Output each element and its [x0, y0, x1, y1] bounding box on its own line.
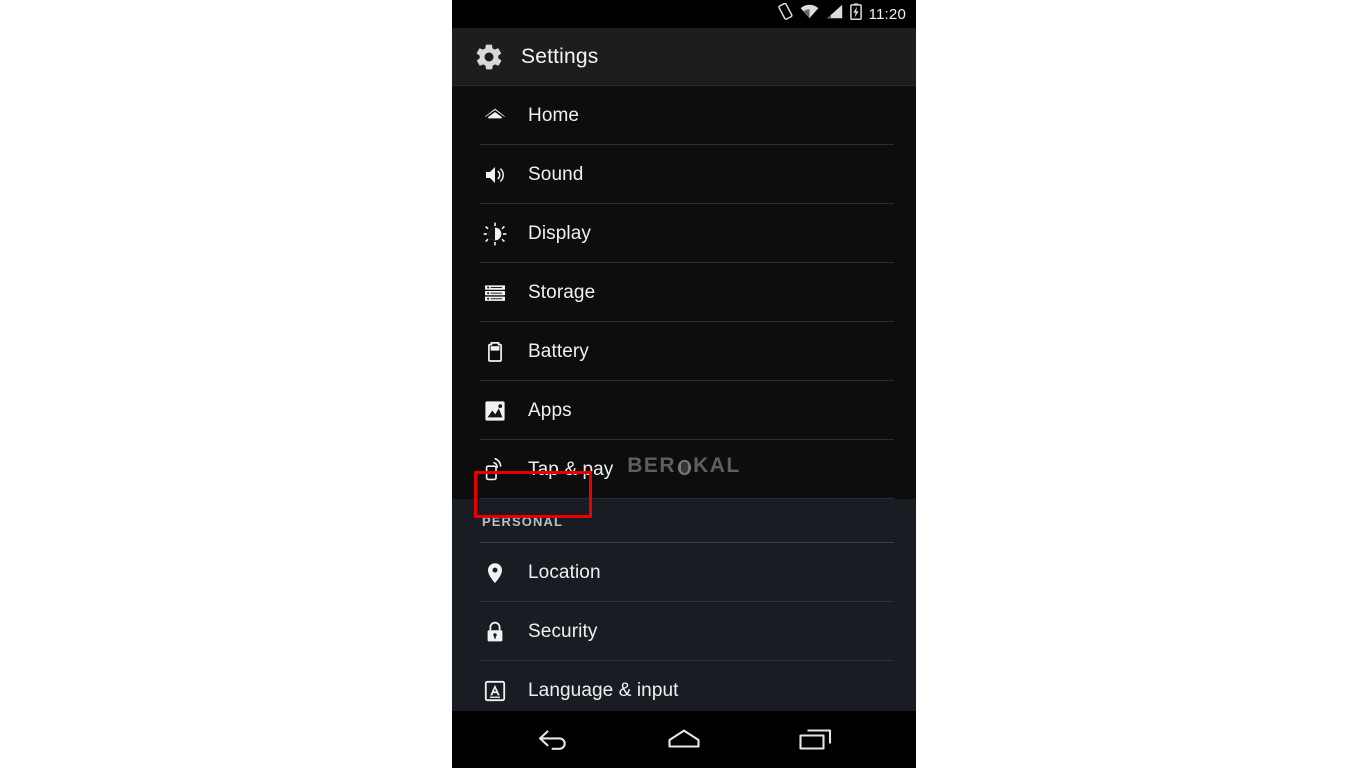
sidebar-item-battery[interactable]: Battery: [452, 322, 916, 381]
back-button[interactable]: [523, 717, 583, 763]
section-header-personal: PERSONAL: [452, 499, 916, 543]
sidebar-item-label: Security: [528, 620, 598, 642]
sidebar-item-display[interactable]: Display: [452, 204, 916, 263]
sidebar-item-label: Display: [528, 222, 591, 244]
storage-icon: [482, 280, 508, 306]
recents-button[interactable]: [785, 717, 845, 763]
wifi-icon: [800, 4, 819, 24]
home-icon: [482, 103, 508, 129]
settings-group-personal: PERSONAL Location Security Language & in…: [452, 499, 916, 711]
sidebar-item-label: Language & input: [528, 679, 679, 701]
sidebar-item-language-input[interactable]: Language & input: [452, 661, 916, 711]
page-title: Settings: [521, 44, 599, 68]
sidebar-item-label: Tap & pay: [528, 458, 614, 480]
sidebar-item-security[interactable]: Security: [452, 602, 916, 661]
rotation-lock-icon: [777, 2, 793, 25]
settings-group-system: Home Sound Display Storage Battery Apps …: [452, 86, 916, 499]
lock-icon: [482, 619, 508, 645]
action-bar: Settings: [452, 28, 916, 86]
sidebar-item-label: Storage: [528, 281, 596, 303]
sidebar-item-home[interactable]: Home: [452, 86, 916, 145]
location-pin-icon: [482, 560, 508, 586]
phone-screen: 11:20 Settings Home Sound Display Storag…: [452, 0, 916, 768]
sound-icon: [482, 162, 508, 188]
sidebar-item-label: Home: [528, 104, 580, 126]
sidebar-item-storage[interactable]: Storage: [452, 263, 916, 322]
sidebar-item-sound[interactable]: Sound: [452, 145, 916, 204]
sidebar-item-label: Sound: [528, 163, 584, 185]
sidebar-item-apps[interactable]: Apps: [452, 381, 916, 440]
battery-icon: [482, 339, 508, 365]
language-input-icon: [482, 678, 508, 704]
sidebar-item-location[interactable]: Location: [452, 543, 916, 602]
apps-image-icon: [482, 398, 508, 424]
battery-charging-icon: [849, 3, 862, 25]
status-bar-icons: [777, 2, 862, 25]
status-bar: 11:20: [452, 0, 916, 28]
sidebar-item-tap-and-pay[interactable]: Tap & pay: [452, 440, 916, 499]
home-button[interactable]: [654, 717, 714, 763]
sidebar-item-label: Location: [528, 561, 601, 583]
gear-icon: [474, 42, 504, 72]
sidebar-item-label: Apps: [528, 399, 572, 421]
cellular-signal-icon: [826, 4, 843, 24]
status-bar-clock: 11:20: [868, 5, 906, 23]
display-brightness-icon: [482, 221, 508, 247]
tap-and-pay-icon: [482, 457, 508, 483]
sidebar-item-label: Battery: [528, 340, 589, 362]
settings-list: Home Sound Display Storage Battery Apps …: [452, 86, 916, 711]
screenshot-stage: 11:20 Settings Home Sound Display Storag…: [0, 0, 1366, 768]
navigation-bar: [452, 711, 916, 768]
section-header-label: PERSONAL: [482, 513, 564, 529]
